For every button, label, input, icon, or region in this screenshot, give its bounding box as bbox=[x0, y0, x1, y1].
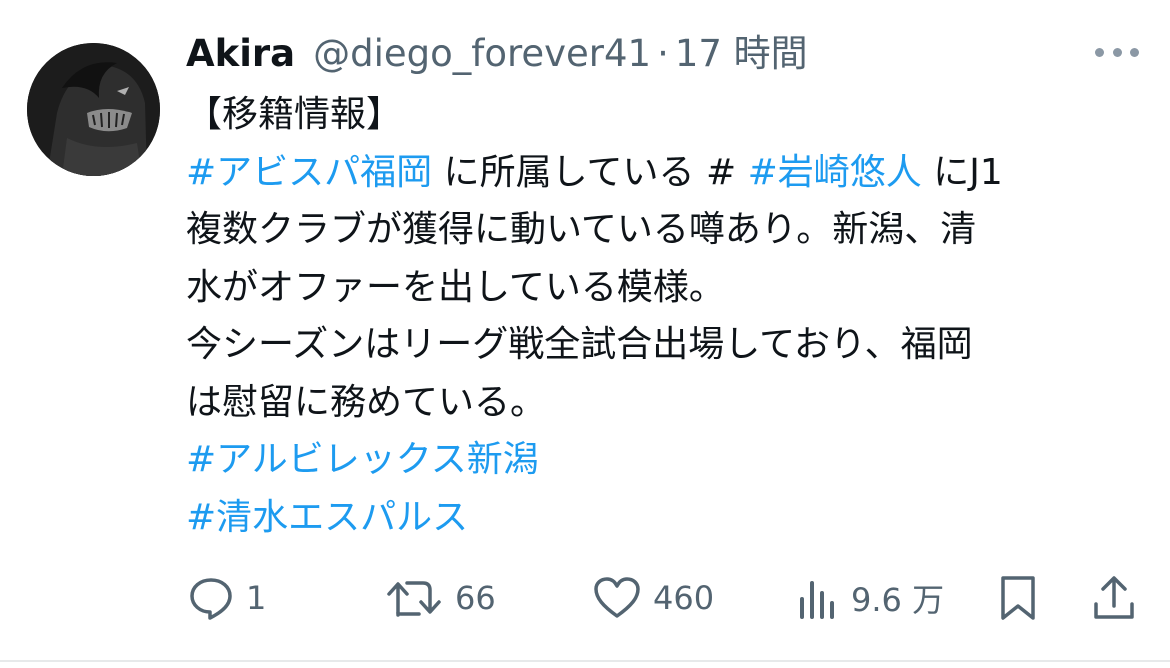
tweet-text-segment: 今シーズンはリーグ戦全試合出場しており、福岡 bbox=[186, 324, 973, 365]
share-icon bbox=[1094, 576, 1134, 619]
reply-button[interactable]: 1 bbox=[188, 568, 266, 628]
avatar[interactable] bbox=[27, 43, 160, 176]
display-name[interactable]: Akira bbox=[186, 28, 295, 80]
tweet-text-line: 複数クラブが獲得に動いている噂あり。新潟、清 bbox=[186, 201, 1146, 259]
divider bbox=[0, 660, 1170, 662]
retweet-icon bbox=[387, 581, 441, 617]
hashtag-link[interactable]: #アルビレックス新潟 bbox=[186, 439, 539, 480]
user-handle[interactable]: @diego_forever41 bbox=[313, 28, 651, 80]
share-button[interactable] bbox=[1092, 568, 1136, 628]
tweet-text-line: は慰留に務めている。 bbox=[186, 374, 1146, 432]
tweet-text-line: #清水エスパルス bbox=[186, 489, 1146, 547]
reply-count: 1 bbox=[246, 579, 267, 617]
retweet-button[interactable]: 66 bbox=[385, 568, 496, 628]
views-chart-icon bbox=[800, 581, 834, 619]
hashtag-link[interactable]: #アビスパ福岡 bbox=[186, 152, 432, 193]
reply-icon bbox=[190, 578, 232, 620]
tweet-text-line: #アビスパ福岡 に所属している # #岩崎悠人 にJ1 bbox=[186, 144, 1146, 202]
like-count: 460 bbox=[653, 579, 715, 617]
tweet-text-line: 【移籍情報】 bbox=[186, 86, 1146, 144]
hashtag-link[interactable]: #清水エスパルス bbox=[186, 497, 468, 538]
heart-icon bbox=[594, 577, 640, 618]
more-options-icon[interactable] bbox=[1095, 40, 1139, 64]
header-separator: · bbox=[657, 32, 669, 75]
tweet-text-segment: にJ1 bbox=[921, 151, 1003, 193]
tweet-text-line: 水がオファーを出している模様。 bbox=[186, 259, 1146, 317]
avatar-image bbox=[27, 43, 160, 176]
action-bar: 1 66 460 9.6 万 bbox=[0, 568, 1170, 628]
tweet-text-line: 今シーズンはリーグ戦全試合出場しており、福岡 bbox=[186, 316, 1146, 374]
bookmark-button[interactable] bbox=[998, 568, 1038, 628]
timestamp[interactable]: 17 時間 bbox=[675, 28, 808, 80]
tweet-text-segment: 水がオファーを出している模様。 bbox=[186, 266, 725, 308]
tweet-text-segment: に所属している # bbox=[432, 151, 748, 193]
tweet-text-line: #アルビレックス新潟 bbox=[186, 431, 1146, 489]
views-count: 9.6 万 bbox=[851, 581, 945, 619]
like-button[interactable]: 460 bbox=[593, 568, 714, 628]
retweet-count: 66 bbox=[455, 579, 496, 617]
bookmark-icon bbox=[1001, 576, 1035, 620]
tweet-text-segment: 【移籍情報】 bbox=[186, 94, 403, 135]
tweet-header: Akira @diego_forever41 · 17 時間 bbox=[186, 28, 808, 80]
views-button[interactable]: 9.6 万 bbox=[797, 568, 944, 628]
tweet-text-segment: は慰留に務めている。 bbox=[186, 381, 547, 423]
tweet-text: 【移籍情報】 #アビスパ福岡 に所属している # #岩崎悠人 にJ1 複数クラブが… bbox=[186, 86, 1146, 546]
hashtag-link[interactable]: #岩崎悠人 bbox=[748, 152, 922, 193]
tweet-text-segment: 複数クラブが獲得に動いている噂あり。新潟、清 bbox=[186, 209, 977, 250]
